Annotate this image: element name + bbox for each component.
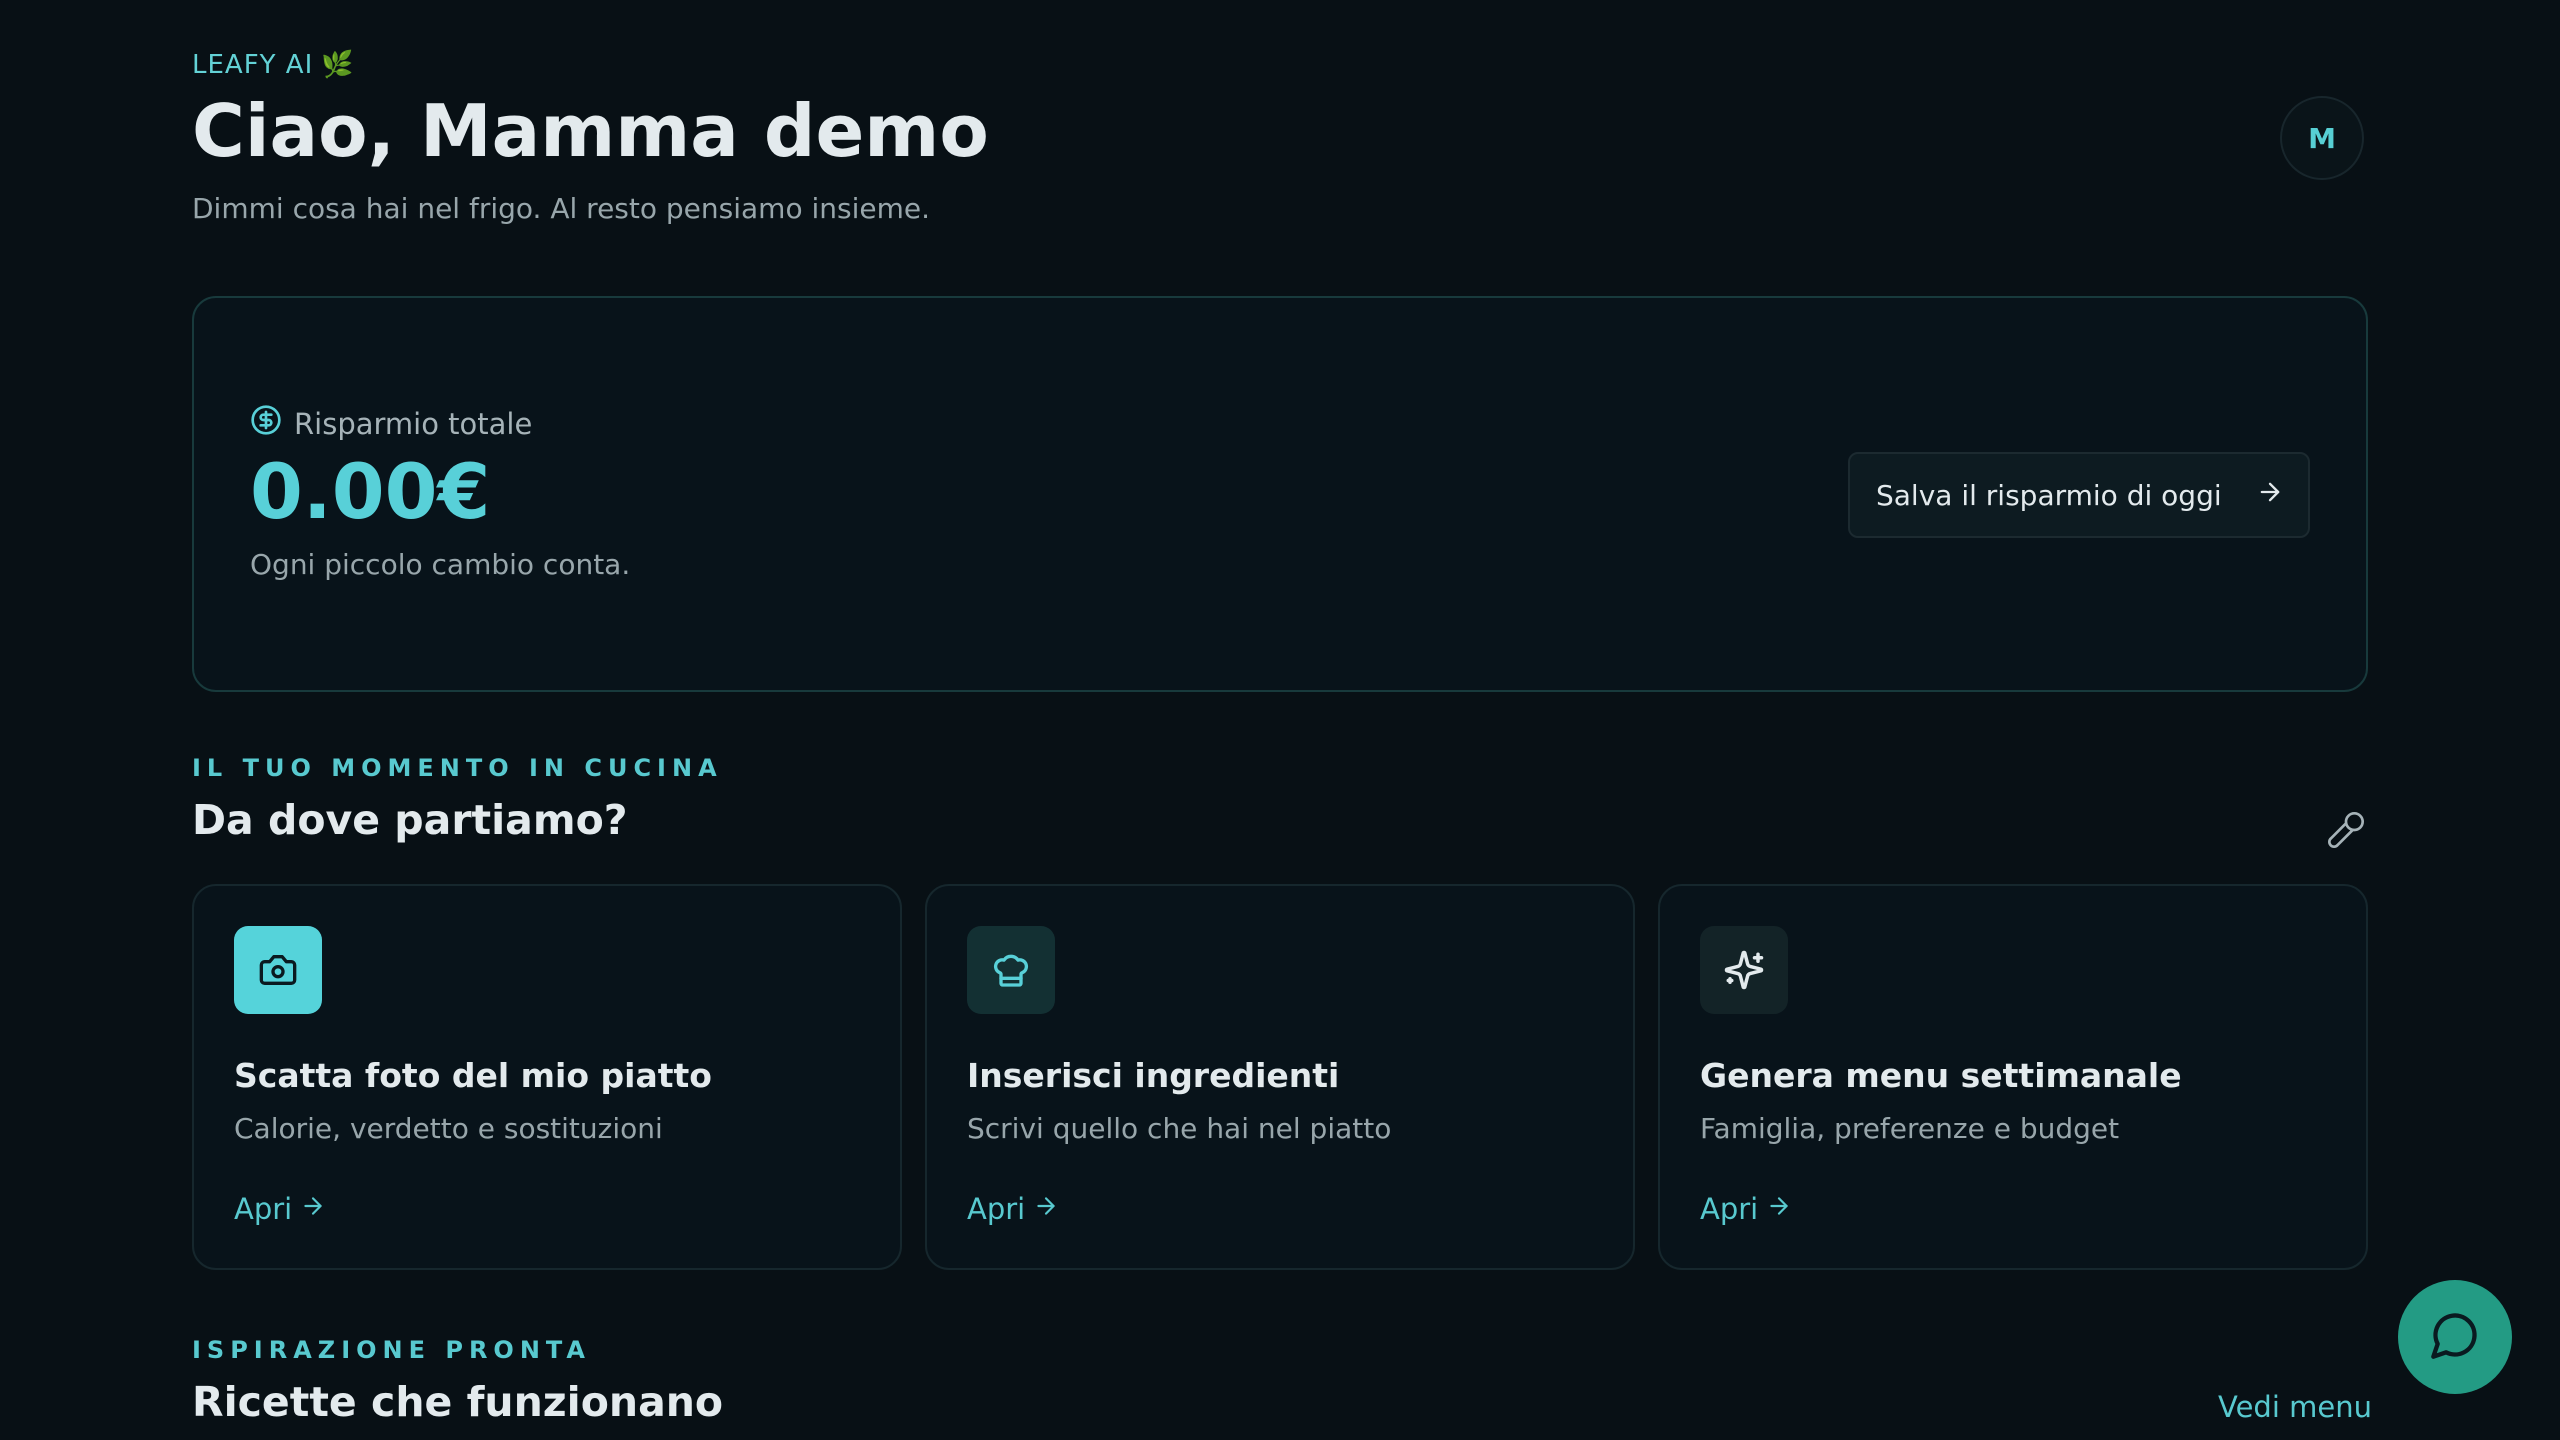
kitchen-eyebrow: IL TUO MOMENTO IN CUCINA xyxy=(192,754,723,782)
arrow-right-icon xyxy=(1033,1192,1059,1226)
savings-card: Risparmio totale 0.00€ Ogni piccolo camb… xyxy=(192,296,2368,692)
card-title: Scatta foto del mio piatto xyxy=(234,1056,712,1095)
arrow-right-icon xyxy=(300,1192,326,1226)
card-subtitle: Famiglia, preferenze e budget xyxy=(1700,1112,2120,1145)
open-link[interactable]: Apri xyxy=(967,1192,1059,1226)
card-title: Genera menu settimanale xyxy=(1700,1056,2182,1095)
card-enter-ingredients[interactable]: Inserisci ingredienti Scrivi quello che … xyxy=(925,884,1635,1270)
arrow-right-icon xyxy=(2256,478,2284,513)
open-link-label: Apri xyxy=(967,1192,1026,1226)
chat-button[interactable] xyxy=(2398,1280,2512,1394)
card-subtitle: Calorie, verdetto e sostituzioni xyxy=(234,1112,663,1145)
savings-label: Risparmio totale xyxy=(294,406,533,441)
card-weekly-menu[interactable]: Genera menu settimanale Famiglia, prefer… xyxy=(1658,884,2368,1270)
save-savings-button[interactable]: Salva il risparmio di oggi xyxy=(1848,452,2310,538)
chef-hat-icon xyxy=(967,926,1055,1014)
recipes-eyebrow: ISPIRAZIONE PRONTA xyxy=(192,1336,591,1364)
open-link-label: Apri xyxy=(1700,1192,1759,1226)
savings-note: Ogni piccolo cambio conta. xyxy=(250,548,631,581)
sparkles-icon xyxy=(1700,926,1788,1014)
page-subtitle: Dimmi cosa hai nel frigo. Al resto pensi… xyxy=(192,192,930,225)
dollar-circle-icon xyxy=(250,404,282,443)
card-take-photo[interactable]: Scatta foto del mio piatto Calorie, verd… xyxy=(192,884,902,1270)
savings-label-row: Risparmio totale xyxy=(250,404,532,443)
arrow-right-icon xyxy=(1766,1192,1792,1226)
recipes-title: Ricette che funzionano xyxy=(192,1378,724,1426)
avatar[interactable]: M xyxy=(2280,96,2364,180)
home-page: LEAFY AI 🌿 Ciao, Mamma demo Dimmi cosa h… xyxy=(0,0,2560,1440)
open-link-label: Apri xyxy=(234,1192,293,1226)
view-menu-link[interactable]: Vedi menu xyxy=(2218,1390,2372,1424)
camera-icon xyxy=(234,926,322,1014)
brand-name: LEAFY AI xyxy=(192,50,314,80)
open-link[interactable]: Apri xyxy=(234,1192,326,1226)
brand-label: LEAFY AI 🌿 xyxy=(192,50,355,80)
kitchen-title: Da dove partiamo? xyxy=(192,796,628,844)
save-savings-button-label: Salva il risparmio di oggi xyxy=(1876,478,2222,512)
page-title: Ciao, Mamma demo xyxy=(192,89,989,173)
leaf-icon: 🌿 xyxy=(321,50,355,80)
card-subtitle: Scrivi quello che hai nel piatto xyxy=(967,1112,1392,1145)
chat-bubble-icon xyxy=(2429,1309,2481,1365)
card-title: Inserisci ingredienti xyxy=(967,1056,1340,1095)
open-link[interactable]: Apri xyxy=(1700,1192,1792,1226)
microphone-icon[interactable] xyxy=(2326,808,2366,852)
savings-amount: 0.00€ xyxy=(250,447,491,536)
